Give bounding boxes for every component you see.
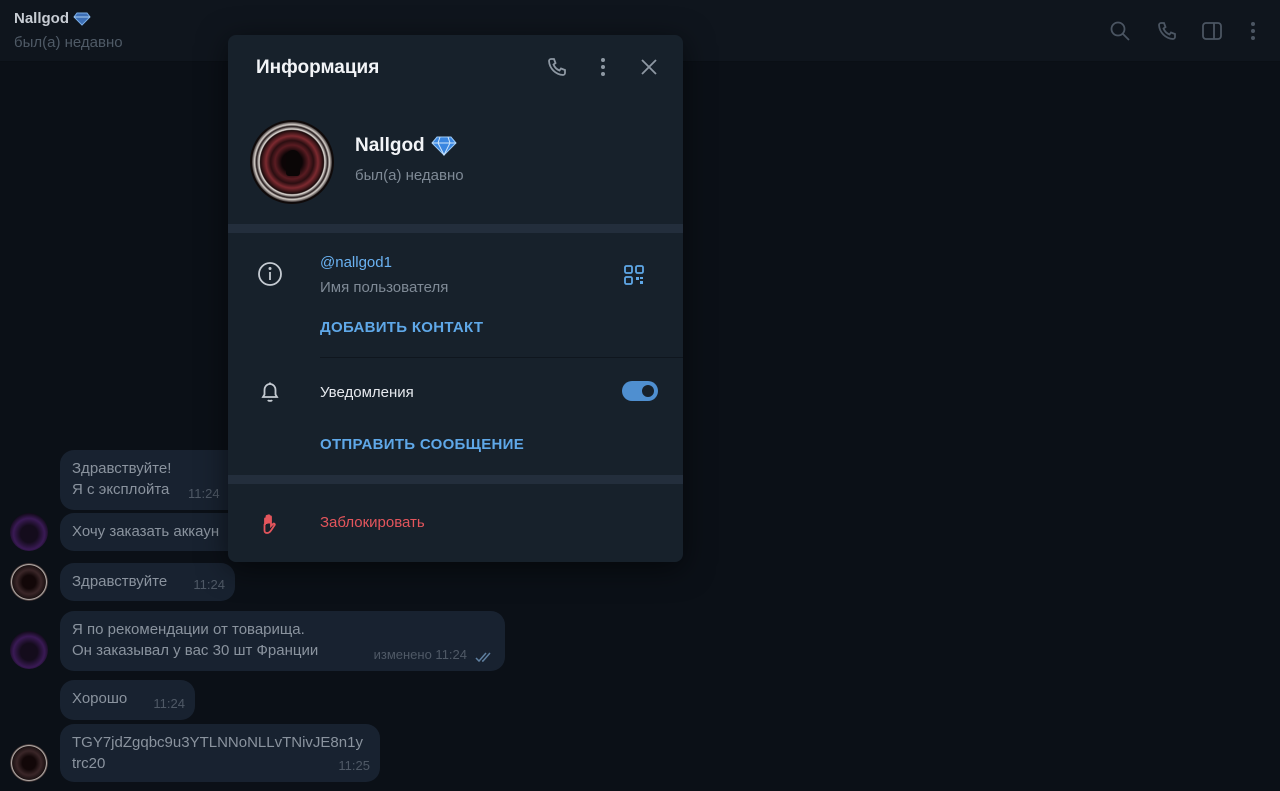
row-divider xyxy=(320,357,683,358)
message-time: 11:24 xyxy=(188,486,220,501)
block-button[interactable]: Заблокировать xyxy=(320,514,425,531)
notifications-toggle[interactable] xyxy=(622,381,658,401)
message-time: 11:24 xyxy=(193,577,225,592)
message-line: Здравствуйте! xyxy=(72,460,172,477)
message-time: 11:25 xyxy=(338,758,370,773)
message-time: изменено 11:24 xyxy=(373,647,467,662)
sidebar-icon[interactable] xyxy=(1200,19,1224,43)
premium-gem-icon xyxy=(73,12,91,26)
username-link[interactable]: @nallgod1 xyxy=(320,254,392,271)
send-message-button[interactable]: ОТПРАВИТЬ СООБЩЕНИЕ xyxy=(320,436,524,453)
chat-title[interactable]: Nallgod xyxy=(14,10,91,27)
message-line: TGY7jdZgqbc9u3YTLNNoNLLvTNivJE8n1y xyxy=(72,734,363,751)
panel-title: Информация xyxy=(256,57,380,78)
read-checks-icon xyxy=(475,652,491,663)
premium-gem-icon xyxy=(430,136,457,156)
add-contact-button[interactable]: ДОБАВИТЬ КОНТАКТ xyxy=(320,319,483,336)
profile-status: был(а) недавно xyxy=(355,167,464,184)
avatar-figure xyxy=(286,150,300,176)
more-icon[interactable] xyxy=(1241,19,1265,43)
profile-name-text: Nallgod xyxy=(355,135,425,156)
message-line: Хочу заказать аккаун xyxy=(72,523,220,540)
toggle-knob xyxy=(640,383,656,399)
info-icon xyxy=(256,260,284,288)
message-bubble[interactable]: Здравствуйте 11:24 xyxy=(60,563,235,601)
chat-title-text: Nallgod xyxy=(14,10,69,27)
info-panel: Информация Nallgod был(а) недавно @nallg… xyxy=(228,35,683,562)
avatar[interactable] xyxy=(10,744,48,782)
more-icon[interactable] xyxy=(590,54,616,80)
block-hand-icon xyxy=(256,510,284,538)
message-bubble[interactable]: TGY7jdZgqbc9u3YTLNNoNLLvTNivJE8n1y trc20… xyxy=(60,724,380,782)
avatar[interactable] xyxy=(10,631,48,669)
chat-status: был(а) недавно xyxy=(14,34,123,51)
message-time: 11:24 xyxy=(153,696,185,711)
section-divider xyxy=(228,224,683,233)
username-label: Имя пользователя xyxy=(320,279,449,296)
search-icon[interactable] xyxy=(1108,19,1132,43)
phone-icon[interactable] xyxy=(544,54,570,80)
profile-avatar[interactable] xyxy=(250,120,334,204)
phone-icon[interactable] xyxy=(1155,19,1179,43)
qr-code-icon[interactable] xyxy=(623,264,645,286)
bell-icon xyxy=(256,378,284,406)
profile-name: Nallgod xyxy=(355,135,457,157)
avatar[interactable] xyxy=(10,513,48,551)
section-divider xyxy=(228,475,683,484)
close-icon[interactable] xyxy=(636,54,662,80)
avatar[interactable] xyxy=(10,563,48,601)
message-bubble[interactable]: Я по рекомендации от товарища. Он заказы… xyxy=(60,611,505,671)
notifications-label: Уведомления xyxy=(320,384,414,401)
message-line: Я с эксплойта xyxy=(72,481,170,498)
message-line: trc20 xyxy=(72,755,106,772)
message-line: Я по рекомендации от товарища. xyxy=(72,621,305,638)
message-bubble[interactable]: Хорошо 11:24 xyxy=(60,680,195,720)
